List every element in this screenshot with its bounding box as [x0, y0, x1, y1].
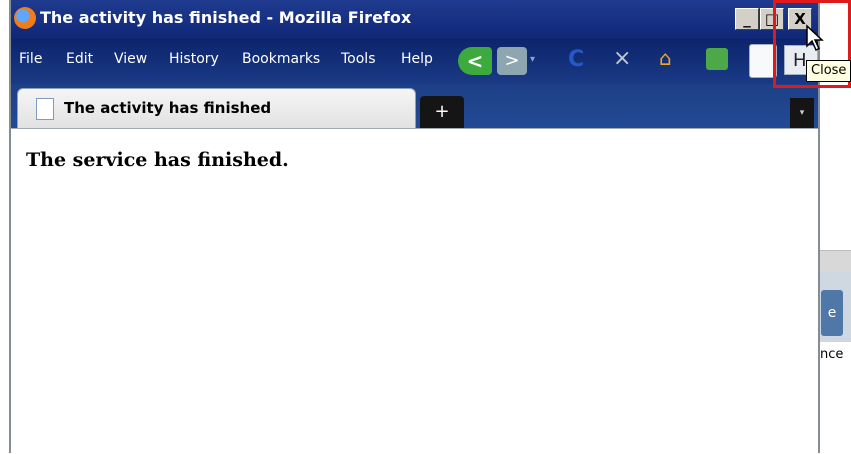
title-bar[interactable]: The activity has finished - Mozilla Fire… [11, 0, 818, 39]
new-tab-button[interactable]: + [420, 96, 464, 128]
minimize-button[interactable]: _ [735, 8, 759, 30]
tab-bar: The activity has finished + ▾ [11, 84, 818, 128]
tab-label: The activity has finished [64, 99, 272, 117]
addon-icon[interactable] [706, 48, 728, 70]
menu-edit[interactable]: Edit [66, 51, 93, 67]
close-tooltip: Close [806, 60, 851, 82]
page-heading: The service has finished. [26, 149, 289, 171]
menu-history[interactable]: History [169, 51, 219, 67]
menu-help[interactable]: Help [401, 51, 433, 67]
menu-view[interactable]: View [114, 51, 147, 67]
menu-file[interactable]: File [19, 51, 42, 67]
firefox-logo-icon [14, 7, 36, 29]
tab-active[interactable]: The activity has finished [17, 88, 416, 128]
mouse-cursor-icon [806, 24, 824, 52]
back-button[interactable]: < [458, 47, 492, 75]
page-content: The service has finished. [11, 128, 818, 454]
home-button[interactable]: ⌂ [659, 46, 683, 70]
reload-button[interactable]: C [568, 48, 592, 72]
firefox-window: The activity has finished - Mozilla Fire… [9, 0, 820, 454]
history-dropdown-icon[interactable]: ▾ [530, 52, 542, 68]
forward-button[interactable]: > [497, 47, 527, 75]
background-tab-fragment: e [821, 290, 843, 336]
background-window-strip [820, 250, 851, 273]
page-document-icon [36, 98, 54, 120]
tab-list-button[interactable]: ▾ [790, 98, 814, 128]
menu-bookmarks[interactable]: Bookmarks [242, 51, 320, 67]
menu-tools[interactable]: Tools [341, 51, 376, 67]
window-title: The activity has finished - Mozilla Fire… [40, 8, 412, 27]
menu-bar: File Edit View History Bookmarks Tools H… [11, 39, 818, 224]
background-text-fragment: nce [820, 347, 844, 362]
stop-button[interactable]: × [613, 47, 637, 71]
